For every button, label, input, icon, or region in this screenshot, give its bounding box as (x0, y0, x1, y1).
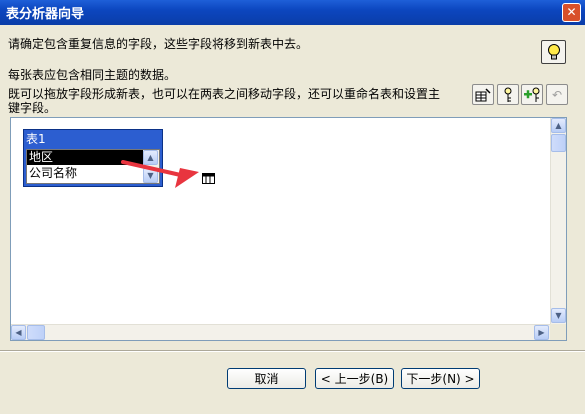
instruction-text-3-line-1: 既可以拖放字段形成新表，也可以在两表之间移动字段，还可以重命名表和设置主 (8, 87, 441, 101)
canvas-vertical-scrollbar[interactable]: ▲ ▼ (550, 118, 566, 324)
rename-table-icon (475, 87, 491, 101)
scrollbar-corner (550, 324, 566, 340)
instruction-text-3-line-2: 键字段。 (8, 101, 57, 115)
chevron-down-icon: ▼ (555, 311, 562, 320)
horizontal-scroll-thumb[interactable] (27, 325, 45, 340)
next-button[interactable]: 下一步(N) > (401, 368, 480, 389)
chevron-right-icon: ▶ (538, 328, 545, 337)
instruction-text-2: 每张表应包含相同主题的数据。 (8, 68, 177, 82)
cancel-button[interactable]: 取消 (227, 368, 306, 389)
scroll-left-button[interactable]: ◀ (11, 325, 26, 340)
close-button[interactable]: ✕ (562, 3, 581, 22)
set-primary-key-button[interactable] (497, 84, 519, 105)
undo-button[interactable]: ↶ (546, 84, 568, 105)
scroll-down-button[interactable]: ▼ (551, 308, 566, 323)
scroll-right-button[interactable]: ▶ (534, 325, 549, 340)
canvas-horizontal-scrollbar[interactable]: ◀ ▶ (11, 324, 550, 340)
back-button[interactable]: < 上一步(B) (315, 368, 394, 389)
cancel-button-label: 取消 (254, 372, 279, 386)
chevron-up-icon: ▲ (555, 121, 562, 130)
rename-table-button[interactable] (472, 84, 494, 105)
tips-button[interactable] (541, 40, 566, 64)
primary-key-icon (504, 87, 512, 102)
title-bar[interactable]: 表分析器向导 ✕ (0, 0, 585, 25)
button-separator (0, 350, 585, 352)
table-design-area[interactable]: 表1 地区 公司名称 ▲ ▼ ▲ ▼ ◀ ▶ (10, 117, 567, 341)
chevron-left-icon: ◀ (15, 328, 22, 337)
back-button-label: < 上一步(B) (320, 372, 389, 386)
lightbulb-icon (547, 44, 560, 60)
add-generated-key-button[interactable] (521, 84, 543, 105)
undo-icon: ↶ (551, 87, 563, 102)
close-icon: ✕ (566, 5, 577, 19)
instruction-text-1: 请确定包含重复信息的字段，这些字段将移到新表中去。 (8, 37, 309, 51)
annotation-arrow (121, 160, 199, 188)
vertical-scroll-thumb[interactable] (551, 134, 566, 152)
add-generated-key-icon (524, 87, 540, 102)
next-button-label: 下一步(N) > (406, 372, 475, 386)
scroll-up-button[interactable]: ▲ (551, 118, 566, 133)
drag-field-cursor-icon (202, 173, 215, 184)
window-title: 表分析器向导 (6, 7, 85, 22)
